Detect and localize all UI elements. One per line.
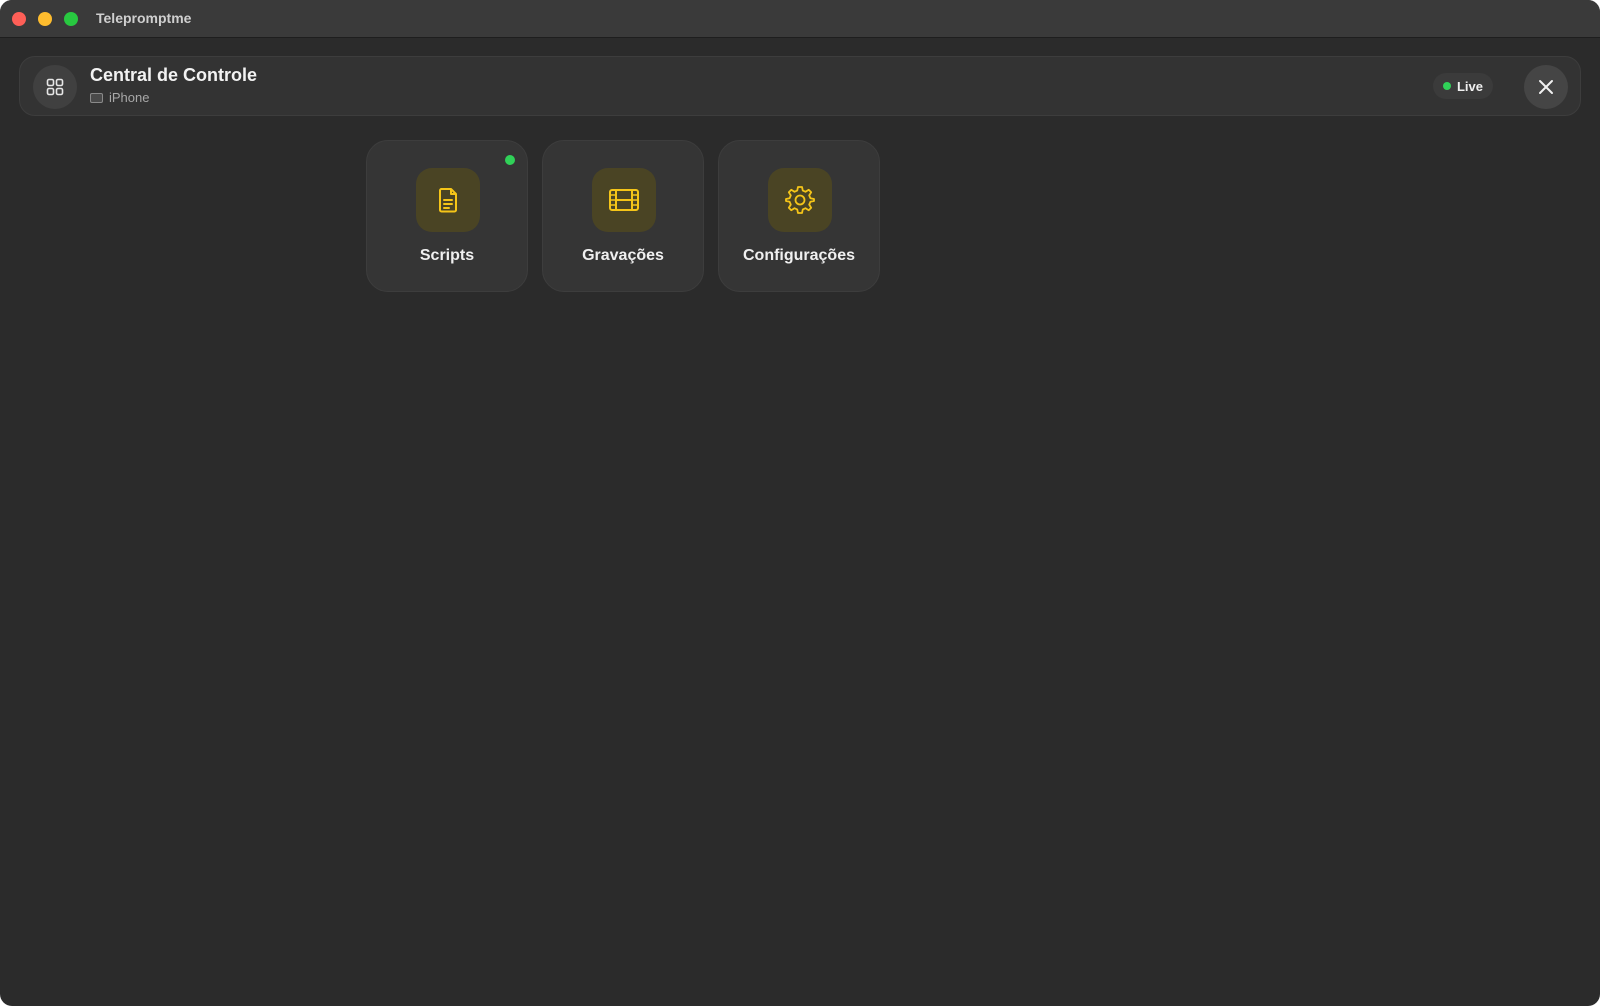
control-header: Central de Controle iPhone Live	[19, 56, 1581, 116]
close-window-button[interactable]	[12, 12, 26, 26]
live-indicator-dot	[1442, 82, 1451, 90]
device-icon	[90, 92, 103, 103]
live-status-label: Live	[1456, 78, 1483, 94]
tile-label: Scripts	[419, 247, 475, 264]
film-icon	[609, 189, 639, 211]
gear-icon	[785, 186, 815, 214]
tile-gravacoes[interactable]: Gravações	[542, 140, 704, 292]
title-bar: Telepromptme	[0, 0, 1600, 38]
tile-label: Gravações	[582, 247, 664, 264]
feature-tiles: Scripts Gravações Configurações	[366, 140, 880, 292]
tile-scripts[interactable]: Scripts	[366, 140, 528, 292]
grid-icon	[46, 78, 64, 96]
minimize-window-button[interactable]	[38, 12, 52, 26]
live-status-badge: Live	[1432, 73, 1493, 99]
grid-menu-button[interactable]	[33, 65, 77, 109]
app-title: Telepromptme	[96, 10, 192, 26]
tile-icon-container	[768, 168, 832, 232]
app-window: Telepromptme Central de Controle iPhone …	[0, 0, 1600, 1006]
maximize-window-button[interactable]	[64, 12, 78, 26]
tile-icon-container	[416, 168, 480, 232]
close-icon	[1539, 80, 1553, 94]
tile-configuracoes[interactable]: Configurações	[718, 140, 880, 292]
tile-icon-container	[592, 168, 656, 232]
page-title: Central de Controle	[90, 65, 258, 85]
device-label: iPhone	[90, 90, 149, 105]
document-icon	[439, 188, 457, 213]
scripts-indicator-dot	[505, 155, 515, 165]
tile-label: Configurações	[742, 247, 855, 264]
close-button[interactable]	[1524, 65, 1568, 109]
device-name: iPhone	[109, 90, 150, 105]
